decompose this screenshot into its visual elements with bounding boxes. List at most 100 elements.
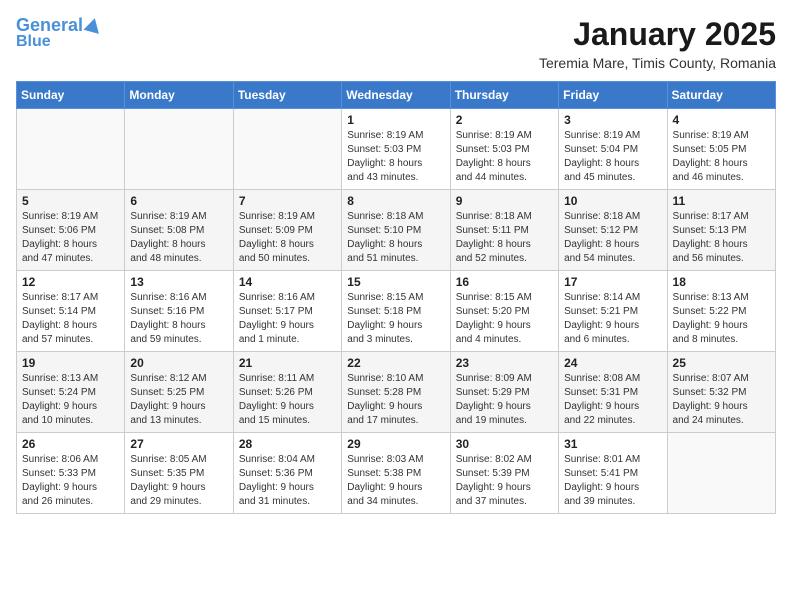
day-number: 3 (564, 113, 661, 127)
day-info: Sunrise: 8:19 AM Sunset: 5:03 PM Dayligh… (456, 129, 553, 185)
calendar-cell: 13 Sunrise: 8:16 AM Sunset: 5:16 PM Dayli… (125, 271, 233, 352)
day-number: 4 (673, 113, 770, 127)
day-info: Sunrise: 8:10 AM Sunset: 5:28 PM Dayligh… (347, 372, 444, 428)
day-info: Sunrise: 8:16 AM Sunset: 5:17 PM Dayligh… (239, 291, 336, 347)
calendar-cell: 5 Sunrise: 8:19 AM Sunset: 5:06 PM Daylig… (17, 190, 125, 271)
day-number: 25 (673, 356, 770, 370)
header-row: SundayMondayTuesdayWednesdayThursdayFrid… (17, 82, 776, 109)
calendar-cell (667, 433, 775, 514)
day-info: Sunrise: 8:12 AM Sunset: 5:25 PM Dayligh… (130, 372, 227, 428)
calendar-cell: 30 Sunrise: 8:02 AM Sunset: 5:39 PM Dayli… (450, 433, 558, 514)
calendar-cell: 19 Sunrise: 8:13 AM Sunset: 5:24 PM Dayli… (17, 352, 125, 433)
header-cell-tuesday: Tuesday (233, 82, 341, 109)
logo: General Blue (16, 16, 101, 50)
day-info: Sunrise: 8:19 AM Sunset: 5:06 PM Dayligh… (22, 210, 119, 266)
day-number: 18 (673, 275, 770, 289)
calendar-cell: 29Sunrise: 8:03 AM Sunset: 5:38 PM Dayli… (342, 433, 450, 514)
calendar-cell: 10 Sunrise: 8:18 AM Sunset: 5:12 PM Dayli… (559, 190, 667, 271)
calendar-cell: 17 Sunrise: 8:14 AM Sunset: 5:21 PM Dayli… (559, 271, 667, 352)
calendar-cell: 11 Sunrise: 8:17 AM Sunset: 5:13 PM Dayli… (667, 190, 775, 271)
day-info: Sunrise: 8:06 AM Sunset: 5:33 PM Dayligh… (22, 453, 119, 509)
day-info: Sunrise: 8:02 AM Sunset: 5:39 PM Dayligh… (456, 453, 553, 509)
day-number: 1 (347, 113, 444, 127)
page-header: General Blue January 2025 Teremia Mare, … (16, 16, 776, 71)
day-info: Sunrise: 8:08 AM Sunset: 5:31 PM Dayligh… (564, 372, 661, 428)
day-info: Sunrise: 8:16 AM Sunset: 5:16 PM Dayligh… (130, 291, 227, 347)
day-number: 12 (22, 275, 119, 289)
calendar-cell: 12 Sunrise: 8:17 AM Sunset: 5:14 PM Dayli… (17, 271, 125, 352)
logo-text: General (16, 16, 83, 34)
calendar-cell: 22 Sunrise: 8:10 AM Sunset: 5:28 PM Dayli… (342, 352, 450, 433)
calendar-cell (233, 109, 341, 190)
day-number: 22 (347, 356, 444, 370)
header-cell-friday: Friday (559, 82, 667, 109)
calendar-cell: 24Sunrise: 8:08 AM Sunset: 5:31 PM Dayli… (559, 352, 667, 433)
week-row: 5 Sunrise: 8:19 AM Sunset: 5:06 PM Daylig… (17, 190, 776, 271)
day-info: Sunrise: 8:15 AM Sunset: 5:20 PM Dayligh… (456, 291, 553, 347)
day-number: 29 (347, 437, 444, 451)
day-number: 28 (239, 437, 336, 451)
day-info: Sunrise: 8:18 AM Sunset: 5:11 PM Dayligh… (456, 210, 553, 266)
day-number: 30 (456, 437, 553, 451)
day-number: 16 (456, 275, 553, 289)
page-title: January 2025 (539, 16, 776, 53)
day-info: Sunrise: 8:13 AM Sunset: 5:22 PM Dayligh… (673, 291, 770, 347)
day-info: Sunrise: 8:14 AM Sunset: 5:21 PM Dayligh… (564, 291, 661, 347)
calendar-cell: 14Sunrise: 8:16 AM Sunset: 5:17 PM Dayli… (233, 271, 341, 352)
week-row: 19 Sunrise: 8:13 AM Sunset: 5:24 PM Dayli… (17, 352, 776, 433)
day-info: Sunrise: 8:05 AM Sunset: 5:35 PM Dayligh… (130, 453, 227, 509)
calendar-cell: 8 Sunrise: 8:18 AM Sunset: 5:10 PM Daylig… (342, 190, 450, 271)
calendar-body: 1 Sunrise: 8:19 AM Sunset: 5:03 PM Daylig… (17, 109, 776, 514)
calendar-cell: 27 Sunrise: 8:05 AM Sunset: 5:35 PM Dayli… (125, 433, 233, 514)
day-number: 11 (673, 194, 770, 208)
day-info: Sunrise: 8:19 AM Sunset: 5:04 PM Dayligh… (564, 129, 661, 185)
day-info: Sunrise: 8:17 AM Sunset: 5:14 PM Dayligh… (22, 291, 119, 347)
day-number: 15 (347, 275, 444, 289)
day-info: Sunrise: 8:19 AM Sunset: 5:08 PM Dayligh… (130, 210, 227, 266)
day-info: Sunrise: 8:18 AM Sunset: 5:12 PM Dayligh… (564, 210, 661, 266)
day-info: Sunrise: 8:01 AM Sunset: 5:41 PM Dayligh… (564, 453, 661, 509)
day-number: 2 (456, 113, 553, 127)
day-number: 7 (239, 194, 336, 208)
calendar-table: SundayMondayTuesdayWednesdayThursdayFrid… (16, 81, 776, 514)
calendar-cell (125, 109, 233, 190)
day-number: 19 (22, 356, 119, 370)
day-info: Sunrise: 8:17 AM Sunset: 5:13 PM Dayligh… (673, 210, 770, 266)
day-number: 21 (239, 356, 336, 370)
day-number: 8 (347, 194, 444, 208)
day-info: Sunrise: 8:19 AM Sunset: 5:03 PM Dayligh… (347, 129, 444, 185)
day-number: 26 (22, 437, 119, 451)
page-subtitle: Teremia Mare, Timis County, Romania (539, 55, 776, 71)
calendar-cell: 6Sunrise: 8:19 AM Sunset: 5:08 PM Daylig… (125, 190, 233, 271)
calendar-cell: 25 Sunrise: 8:07 AM Sunset: 5:32 PM Dayli… (667, 352, 775, 433)
day-number: 20 (130, 356, 227, 370)
calendar-cell: 18 Sunrise: 8:13 AM Sunset: 5:22 PM Dayli… (667, 271, 775, 352)
day-info: Sunrise: 8:15 AM Sunset: 5:18 PM Dayligh… (347, 291, 444, 347)
day-number: 31 (564, 437, 661, 451)
header-cell-monday: Monday (125, 82, 233, 109)
day-number: 27 (130, 437, 227, 451)
day-info: Sunrise: 8:18 AM Sunset: 5:10 PM Dayligh… (347, 210, 444, 266)
day-info: Sunrise: 8:09 AM Sunset: 5:29 PM Dayligh… (456, 372, 553, 428)
calendar-cell: 4 Sunrise: 8:19 AM Sunset: 5:05 PM Daylig… (667, 109, 775, 190)
header-cell-sunday: Sunday (17, 82, 125, 109)
calendar-cell: 16 Sunrise: 8:15 AM Sunset: 5:20 PM Dayli… (450, 271, 558, 352)
header-cell-thursday: Thursday (450, 82, 558, 109)
calendar-cell: 9Sunrise: 8:18 AM Sunset: 5:11 PM Daylig… (450, 190, 558, 271)
day-info: Sunrise: 8:19 AM Sunset: 5:05 PM Dayligh… (673, 129, 770, 185)
day-number: 13 (130, 275, 227, 289)
calendar-cell: 7 Sunrise: 8:19 AM Sunset: 5:09 PM Daylig… (233, 190, 341, 271)
calendar-cell: 26 Sunrise: 8:06 AM Sunset: 5:33 PM Dayli… (17, 433, 125, 514)
calendar-cell: 20 Sunrise: 8:12 AM Sunset: 5:25 PM Dayli… (125, 352, 233, 433)
header-cell-wednesday: Wednesday (342, 82, 450, 109)
day-number: 5 (22, 194, 119, 208)
day-number: 10 (564, 194, 661, 208)
logo-blue: Blue (16, 34, 51, 50)
header-cell-saturday: Saturday (667, 82, 775, 109)
calendar-cell (17, 109, 125, 190)
day-info: Sunrise: 8:13 AM Sunset: 5:24 PM Dayligh… (22, 372, 119, 428)
day-number: 17 (564, 275, 661, 289)
calendar-cell: 3 Sunrise: 8:19 AM Sunset: 5:04 PM Daylig… (559, 109, 667, 190)
day-info: Sunrise: 8:19 AM Sunset: 5:09 PM Dayligh… (239, 210, 336, 266)
day-info: Sunrise: 8:07 AM Sunset: 5:32 PM Dayligh… (673, 372, 770, 428)
